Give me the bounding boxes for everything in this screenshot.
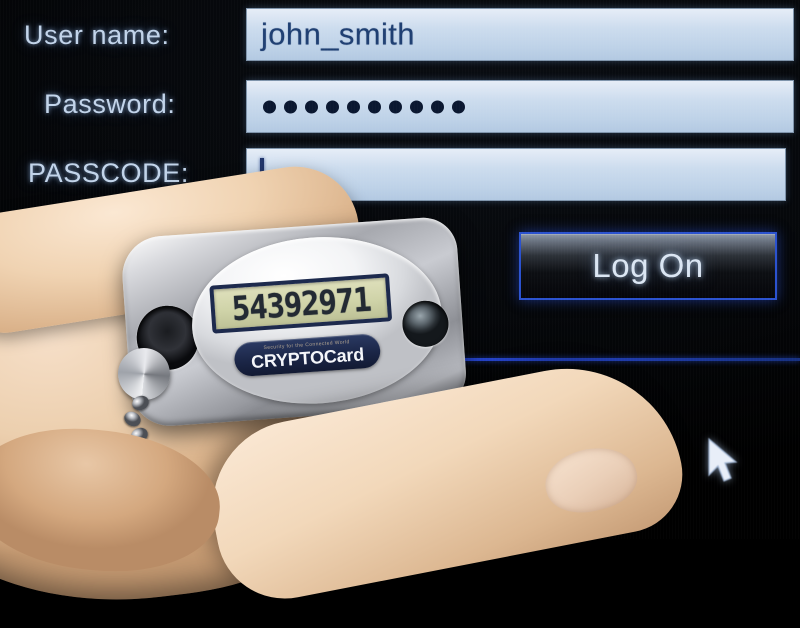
username-label: User name:	[24, 20, 170, 50]
password-mask-dot	[368, 100, 381, 113]
password-mask-dots	[263, 100, 465, 113]
text-caret	[260, 158, 264, 193]
login-screen: User name: Password: PASSCODE: john_smit…	[0, 0, 800, 539]
username-input[interactable]: john_smith	[246, 8, 794, 61]
arrow-pointer-icon	[705, 437, 739, 485]
password-mask-dot	[431, 100, 444, 113]
password-mask-dot	[305, 100, 318, 113]
password-mask-dot	[284, 100, 297, 113]
password-mask-dot	[389, 100, 402, 113]
log-on-button[interactable]: Log On	[519, 232, 777, 300]
password-mask-dot	[410, 100, 423, 113]
password-mask-dot	[263, 100, 276, 113]
password-mask-dot	[452, 100, 465, 113]
password-mask-dot	[326, 100, 339, 113]
password-label: Password:	[44, 89, 176, 119]
log-on-button-label: Log On	[592, 247, 704, 284]
passcode-label: PASSCODE:	[28, 158, 189, 188]
passcode-input[interactable]	[246, 148, 786, 201]
password-input[interactable]	[246, 80, 794, 133]
username-value: john_smith	[261, 15, 415, 51]
screen-divider	[0, 358, 800, 361]
password-mask-dot	[347, 100, 360, 113]
